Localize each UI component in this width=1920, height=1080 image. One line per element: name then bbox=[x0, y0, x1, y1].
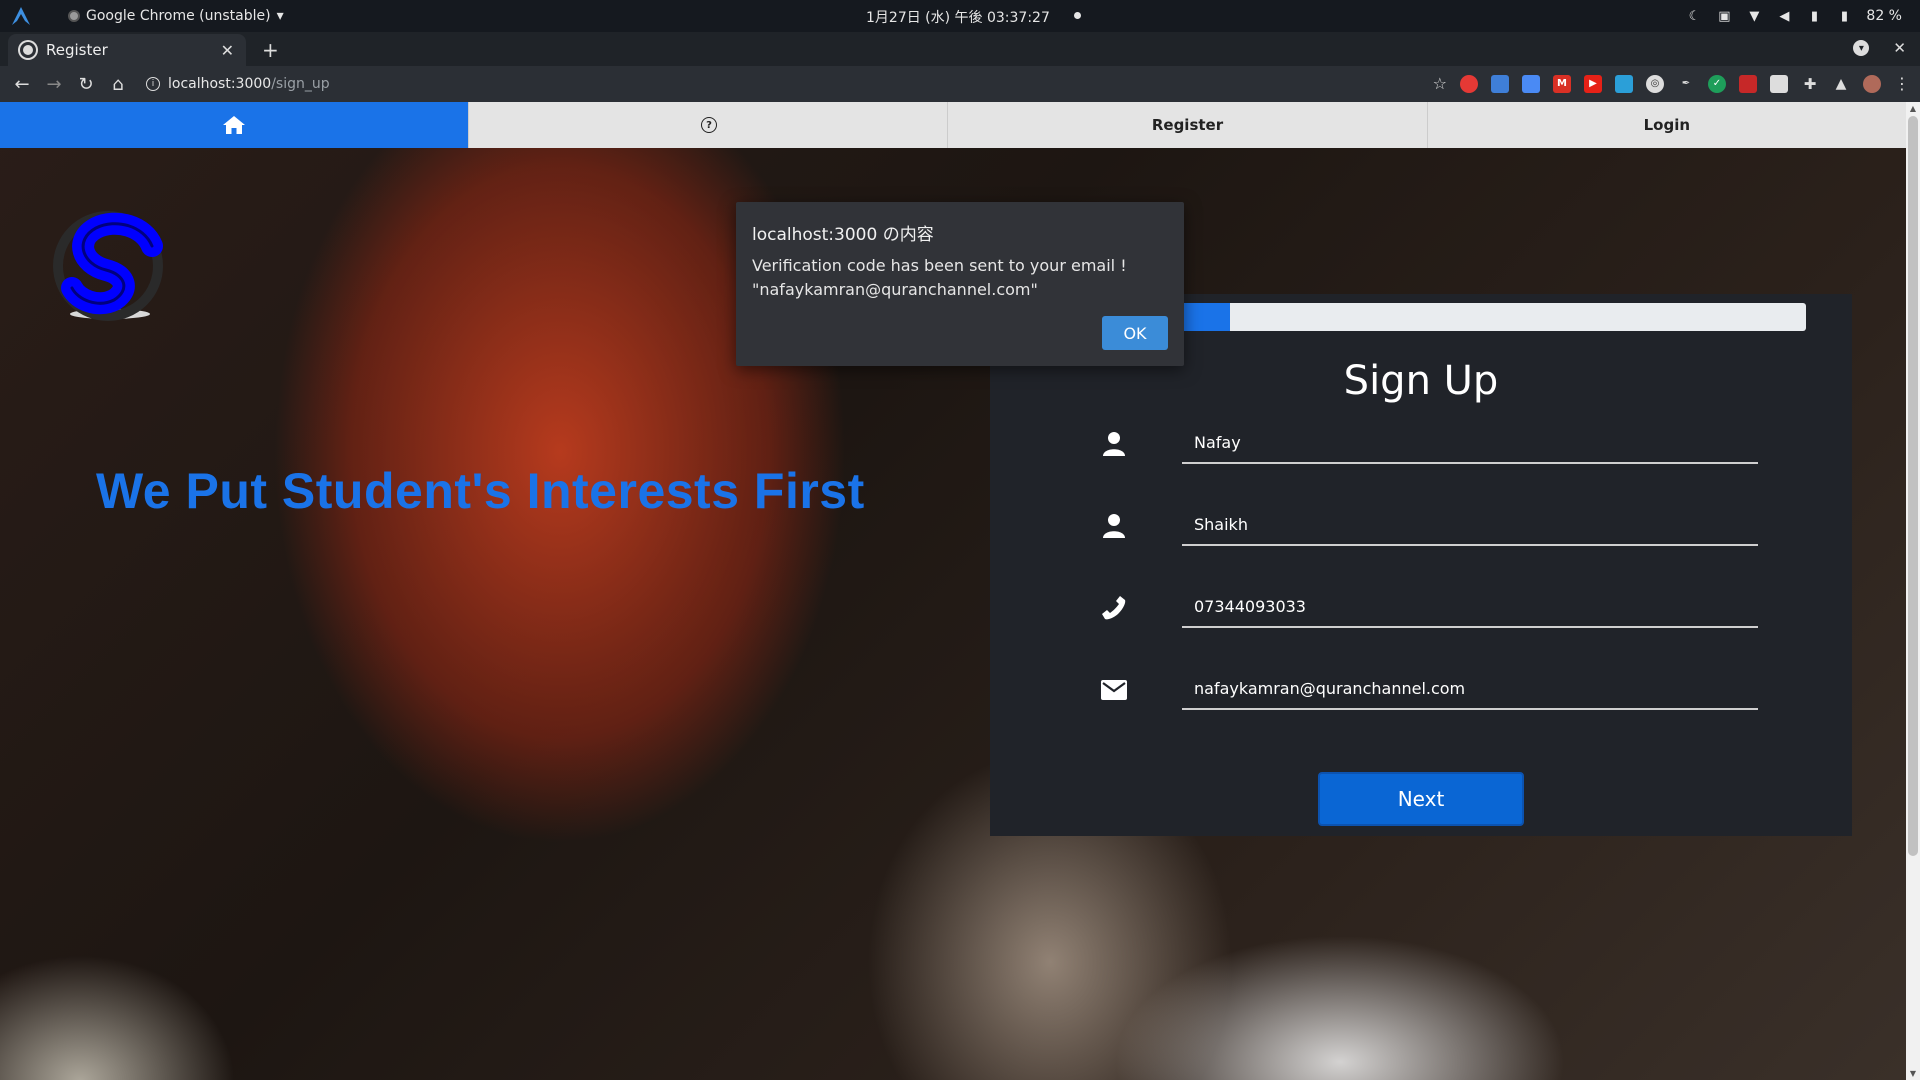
page-scrollbar[interactable]: ▲ ▼ bbox=[1906, 102, 1920, 1080]
user-icon bbox=[1100, 512, 1128, 540]
hero-tagline: We Put Student's Interests First bbox=[96, 463, 865, 519]
dialog-ok-button[interactable]: OK bbox=[1102, 316, 1168, 350]
help-icon: ? bbox=[701, 117, 717, 133]
extension-red-icon[interactable] bbox=[1460, 74, 1478, 93]
screen-icon[interactable]: ▣ bbox=[1716, 8, 1732, 24]
url-path: /sign_up bbox=[271, 76, 330, 92]
first-name-row bbox=[1100, 422, 1758, 466]
browser-toolbar: ← → ↻ ⌂ i localhost:3000/sign_up ☆ M ▶ ◎… bbox=[0, 66, 1920, 102]
nav-register[interactable]: Register bbox=[947, 102, 1427, 148]
email-row bbox=[1100, 668, 1758, 712]
chevron-down-icon: ▾ bbox=[276, 8, 284, 24]
tab-search-icon[interactable]: ▾ bbox=[1853, 40, 1870, 56]
extension-document-icon[interactable] bbox=[1770, 74, 1788, 93]
favicon-icon bbox=[20, 42, 36, 58]
site-logo bbox=[53, 211, 163, 321]
next-button[interactable]: Next bbox=[1318, 772, 1524, 826]
extensions-puzzle-icon[interactable]: ✚ bbox=[1801, 75, 1819, 93]
last-name-row bbox=[1100, 504, 1758, 548]
battery-icon[interactable]: ▮ bbox=[1836, 8, 1852, 24]
extension-green-icon[interactable]: ✓ bbox=[1708, 74, 1726, 93]
back-icon[interactable]: ← bbox=[6, 74, 38, 95]
system-tray: ☾ ▣ ▼ ◀ ▮ ▮ 82 % bbox=[1686, 0, 1902, 32]
forward-icon[interactable]: → bbox=[38, 74, 70, 95]
new-tab-button[interactable]: + bbox=[262, 38, 279, 62]
microphone-icon[interactable]: ▮ bbox=[1806, 8, 1822, 24]
nav-home[interactable] bbox=[0, 102, 468, 148]
tab-title: Register bbox=[46, 41, 108, 59]
clock[interactable]: 1月27日 (水) 午後 03:37:27 bbox=[866, 7, 1050, 27]
wifi-icon[interactable]: ▼ bbox=[1746, 8, 1762, 24]
battery-level: 82 % bbox=[1866, 8, 1902, 24]
arch-logo-icon[interactable] bbox=[10, 5, 32, 27]
phone-input[interactable] bbox=[1182, 586, 1758, 628]
nav-login[interactable]: Login bbox=[1426, 102, 1906, 148]
alert-dialog: localhost:3000 の内容 Verification code has… bbox=[736, 202, 1184, 366]
chrome-icon bbox=[68, 10, 80, 22]
bookmark-star-icon[interactable]: ☆ bbox=[1433, 74, 1447, 93]
extension-image-icon[interactable] bbox=[1615, 74, 1633, 93]
phone-row bbox=[1100, 586, 1758, 630]
extension-screenshot-icon[interactable] bbox=[1491, 74, 1509, 93]
phone-icon bbox=[1100, 594, 1128, 622]
nav-login-label: Login bbox=[1643, 116, 1691, 134]
extension-red-square-icon[interactable] bbox=[1739, 74, 1757, 93]
dialog-title: localhost:3000 の内容 bbox=[752, 225, 934, 245]
url-host: localhost:3000 bbox=[168, 76, 272, 92]
scroll-down-icon[interactable]: ▼ bbox=[1906, 1069, 1920, 1078]
browser-menu-icon[interactable]: ⋮ bbox=[1894, 74, 1910, 93]
address-bar[interactable]: i localhost:3000/sign_up bbox=[146, 70, 330, 98]
site-info-icon[interactable]: i bbox=[146, 77, 160, 91]
volume-icon[interactable]: ◀ bbox=[1776, 8, 1792, 24]
nav-help[interactable]: ? bbox=[468, 102, 948, 148]
active-app-name: Google Chrome (unstable) bbox=[86, 8, 271, 24]
tab-strip: Register ✕ + ▾ ✕ bbox=[0, 32, 1920, 66]
first-name-input[interactable] bbox=[1182, 422, 1758, 464]
dialog-message: Verification code has been sent to your … bbox=[752, 256, 1127, 299]
signup-panel: 0% Sign Up Next bbox=[990, 294, 1852, 836]
os-top-panel: Google Chrome (unstable) ▾ 1月27日 (水) 午後 … bbox=[0, 0, 1920, 32]
close-tab-icon[interactable]: ✕ bbox=[221, 41, 234, 60]
extension-translate-icon[interactable] bbox=[1522, 74, 1540, 93]
home-icon[interactable]: ⌂ bbox=[102, 74, 134, 95]
user-icon bbox=[1100, 430, 1128, 458]
last-name-input[interactable] bbox=[1182, 504, 1758, 546]
reload-icon[interactable]: ↻ bbox=[70, 74, 102, 95]
extension-feather-icon[interactable]: ✒ bbox=[1677, 75, 1695, 93]
home-icon bbox=[223, 116, 245, 134]
notification-dot-icon bbox=[1074, 12, 1081, 19]
page-viewport: ? Register Login We Put Student's Intere… bbox=[0, 102, 1906, 1080]
extension-gmail-icon[interactable]: M bbox=[1553, 74, 1571, 93]
email-input[interactable] bbox=[1182, 668, 1758, 710]
scroll-up-icon[interactable]: ▲ bbox=[1906, 104, 1920, 113]
envelope-icon bbox=[1100, 676, 1128, 704]
labs-flask-icon[interactable]: ▲ bbox=[1832, 75, 1850, 93]
scrollbar-thumb[interactable] bbox=[1908, 116, 1918, 856]
tab-register[interactable]: Register ✕ bbox=[8, 34, 246, 66]
close-window-icon[interactable]: ✕ bbox=[1893, 39, 1906, 57]
site-navbar: ? Register Login bbox=[0, 102, 1906, 148]
nav-register-label: Register bbox=[1151, 116, 1224, 134]
extension-youtube-icon[interactable]: ▶ bbox=[1584, 74, 1602, 93]
active-app-menu[interactable]: Google Chrome (unstable) ▾ bbox=[68, 8, 284, 24]
extension-globe-icon[interactable]: ◎ bbox=[1646, 74, 1664, 93]
profile-avatar[interactable] bbox=[1863, 74, 1881, 93]
night-light-icon[interactable]: ☾ bbox=[1686, 8, 1702, 24]
extensions-bar: ☆ M ▶ ◎ ✒ ✓ ✚ ▲ ⋮ bbox=[1433, 74, 1910, 93]
